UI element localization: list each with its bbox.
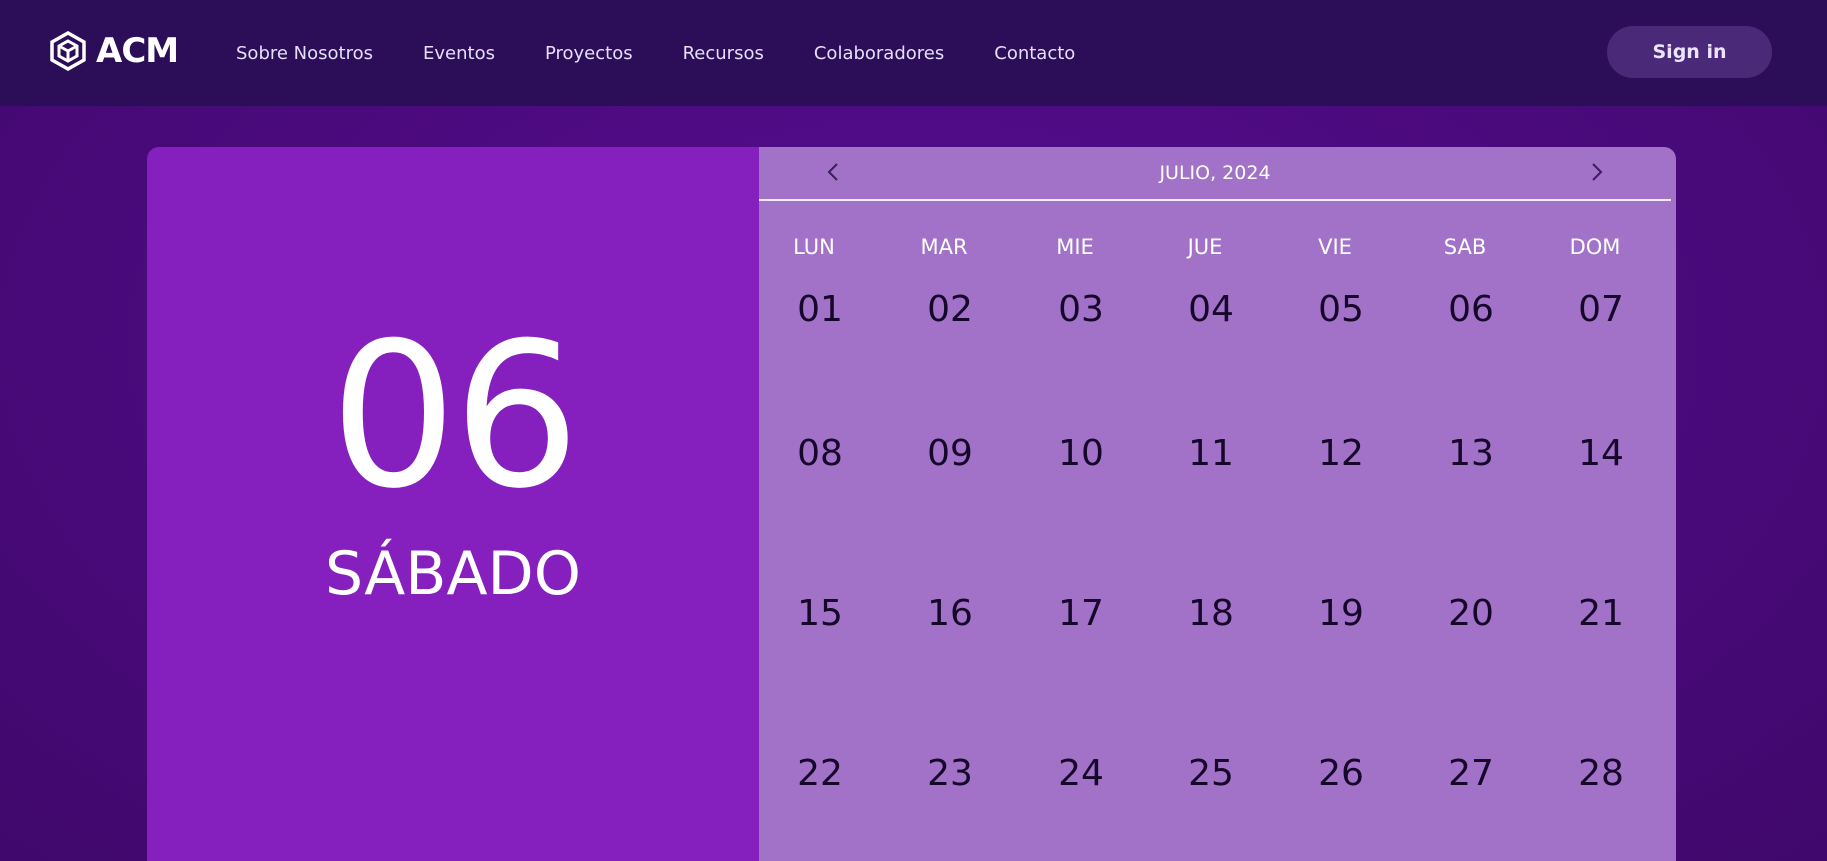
- calendar-day-cell[interactable]: 09: [885, 433, 1015, 474]
- month-calendar-panel: JULIO, 2024 LUN MAR MIE JUE VIE SAB DOM 01 02 03 0…: [759, 147, 1676, 861]
- calendar-day-cell[interactable]: 11: [1146, 433, 1276, 474]
- nav-link-contacto[interactable]: Contacto: [994, 43, 1075, 64]
- next-month-button[interactable]: [1584, 161, 1610, 187]
- selected-date-panel: 06 SÁBADO: [147, 147, 759, 861]
- sign-in-button[interactable]: Sign in: [1607, 26, 1772, 78]
- calendar-day-cell[interactable]: 08: [755, 433, 885, 474]
- selected-weekday: SÁBADO: [325, 539, 581, 609]
- calendar-day-cell[interactable]: 21: [1536, 593, 1666, 634]
- weekday-header: JUE: [1187, 235, 1223, 259]
- calendar-day-cell[interactable]: 28: [1536, 753, 1666, 794]
- nav-link-recursos[interactable]: Recursos: [683, 43, 764, 64]
- brand-logo-link[interactable]: ACM: [50, 30, 179, 72]
- calendar-header: JULIO, 2024: [759, 147, 1671, 201]
- calendar-day-cell[interactable]: 03: [1016, 289, 1146, 330]
- calendar-day-cell[interactable]: 27: [1406, 753, 1536, 794]
- calendar-day-cell[interactable]: 10: [1016, 433, 1146, 474]
- nav-link-sobre-nosotros[interactable]: Sobre Nosotros: [236, 43, 373, 64]
- calendar-day-cell[interactable]: 15: [755, 593, 885, 634]
- calendar-day-cell[interactable]: 22: [755, 753, 885, 794]
- calendar-day-cell[interactable]: 23: [885, 753, 1015, 794]
- chevron-right-icon: [1591, 162, 1603, 186]
- calendar-day-cell[interactable]: 12: [1276, 433, 1406, 474]
- hexagon-cube-icon: [50, 31, 86, 71]
- weekday-header: LUN: [793, 235, 835, 259]
- nav-link-colaboradores[interactable]: Colaboradores: [814, 43, 944, 64]
- calendar-day-cell[interactable]: 06: [1406, 289, 1536, 330]
- brand-name: ACM: [96, 31, 179, 71]
- calendar-day-cell[interactable]: 19: [1276, 593, 1406, 634]
- month-year-label: JULIO, 2024: [1159, 162, 1271, 184]
- calendar-day-cell[interactable]: 01: [755, 289, 885, 330]
- nav-links: Sobre Nosotros Eventos Proyectos Recurso…: [236, 0, 1125, 106]
- weekday-header: SAB: [1443, 235, 1487, 259]
- calendar-day-cell[interactable]: 13: [1406, 433, 1536, 474]
- calendar-day-cell[interactable]: 04: [1146, 289, 1276, 330]
- weekday-header: MIE: [1056, 235, 1094, 259]
- calendar-day-cell[interactable]: 02: [885, 289, 1015, 330]
- calendar-day-cell[interactable]: 17: [1016, 593, 1146, 634]
- calendar-day-cell[interactable]: 20: [1406, 593, 1536, 634]
- top-navbar: ACM Sobre Nosotros Eventos Proyectos Rec…: [0, 0, 1827, 106]
- calendar-day-cell[interactable]: 07: [1536, 289, 1666, 330]
- calendar-day-cell[interactable]: 18: [1146, 593, 1276, 634]
- calendar-day-cell[interactable]: 24: [1016, 753, 1146, 794]
- nav-link-proyectos[interactable]: Proyectos: [545, 43, 633, 64]
- calendar-day-cell[interactable]: 14: [1536, 433, 1666, 474]
- weekday-header: VIE: [1318, 235, 1352, 259]
- selected-day-number: 06: [329, 300, 581, 533]
- calendar-day-cell[interactable]: 16: [885, 593, 1015, 634]
- calendar-day-cell[interactable]: 26: [1276, 753, 1406, 794]
- weekday-header: DOM: [1569, 235, 1621, 259]
- nav-link-eventos[interactable]: Eventos: [423, 43, 495, 64]
- weekday-header: MAR: [920, 235, 968, 259]
- calendar-day-cell[interactable]: 05: [1276, 289, 1406, 330]
- calendar-day-cell[interactable]: 25: [1146, 753, 1276, 794]
- calendar-card: 06 SÁBADO JULIO, 2024 LUN MAR MIE JUE VIE SAB…: [147, 147, 1676, 861]
